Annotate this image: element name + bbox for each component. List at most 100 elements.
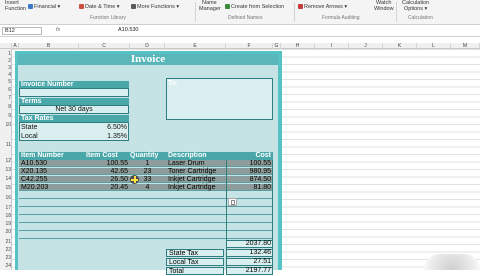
header-cost: Cost	[255, 152, 271, 159]
group-calculation: Calculation	[408, 15, 433, 21]
chevron-down-icon: ▾	[115, 4, 120, 10]
move-cursor-icon	[130, 175, 139, 184]
header-description: Description	[168, 152, 207, 159]
more-functions-label: More Functions	[137, 4, 175, 10]
to-label: To:	[168, 80, 179, 87]
financial-label: Financial	[34, 4, 57, 10]
row-header[interactable]: 3	[0, 65, 12, 72]
create-from-selection-label: Create from Selection	[231, 4, 285, 10]
invoice-number-cell[interactable]	[19, 88, 129, 97]
description-cell[interactable]: Inkjet Cartridge	[168, 176, 215, 183]
group-function-library: Function Library	[90, 15, 126, 21]
paste-options-icon[interactable]	[228, 198, 237, 206]
group-defined-names: Defined Names	[228, 15, 263, 21]
watermark-logo	[424, 254, 480, 270]
create-from-selection-button[interactable]: Create from Selection	[225, 4, 284, 10]
calendar-icon	[79, 4, 84, 9]
row-header[interactable]: 1	[0, 51, 12, 58]
more-functions-button[interactable]: More Functions ▾	[131, 4, 179, 10]
description-cell[interactable]: Inkjet Cartridge	[168, 184, 215, 191]
state-tax-label: State Tax	[166, 249, 224, 257]
formula-input[interactable]: A10.530	[118, 27, 139, 34]
date-time-label: Date & Time	[85, 4, 116, 10]
row-header[interactable]: 8	[0, 104, 12, 111]
item-cost-cell[interactable]: 42.65	[80, 168, 128, 175]
local-rate[interactable]: 1.35%	[80, 133, 127, 140]
name-box[interactable]: B12	[2, 27, 42, 35]
date-time-button[interactable]: Date & Time ▾	[79, 4, 120, 10]
financial-button[interactable]: Financial ▾	[28, 4, 60, 10]
ribbon-separator	[396, 2, 397, 22]
row-header[interactable]: 11	[0, 142, 12, 149]
chevron-down-icon: ▾	[422, 6, 428, 12]
local-tax-value: 27.51	[253, 258, 271, 265]
item-cost-cell[interactable]: 20.45	[80, 184, 128, 191]
create-selection-icon	[225, 4, 230, 9]
invoice-number-label: Invoice Number	[19, 81, 129, 88]
terms-label: Terms	[19, 98, 129, 105]
ribbon: Insert Function Financial ▾ Date & Time …	[0, 0, 480, 25]
window-label[interactable]: Window	[374, 6, 394, 12]
row-header[interactable]: 18	[0, 213, 12, 220]
function-label[interactable]: Function	[5, 6, 26, 12]
item-number-cell[interactable]: X20.135	[21, 168, 47, 175]
quantity-cell[interactable]: 23	[130, 168, 165, 175]
row-header[interactable]: 4	[0, 72, 12, 79]
row-header[interactable]: 19	[0, 221, 12, 228]
row-header[interactable]: 9	[0, 113, 12, 120]
row-headers: 1 2 3 4 5 6 7 8 9 10 11 12 13 14 15 16 1…	[0, 49, 12, 270]
group-formula-auditing: Formula Auditing	[322, 15, 360, 21]
quantity-cell[interactable]: 4	[130, 184, 165, 191]
row-header[interactable]: 20	[0, 229, 12, 236]
quantity-cell[interactable]: 1	[130, 160, 165, 167]
formula-bar: B12 fx A10.530	[0, 25, 480, 37]
item-number-cell[interactable]: M20.203	[21, 184, 48, 191]
description-cell[interactable]: Toner Cartridge	[168, 168, 216, 175]
row-header[interactable]: 23	[0, 255, 12, 262]
row-header[interactable]: 2	[0, 58, 12, 65]
more-functions-icon	[131, 4, 136, 9]
local-label: Local	[21, 133, 38, 140]
chevron-down-icon: ▾	[174, 4, 180, 10]
item-number-cell[interactable]: A10.530	[21, 160, 47, 167]
row-header[interactable]: 24	[0, 263, 12, 270]
options-label: Options	[404, 6, 423, 12]
header-quantity: Quantity	[130, 152, 159, 159]
state-rate[interactable]: 6.50%	[80, 124, 127, 131]
remove-arrows-button[interactable]: Remove Arrows ▾	[298, 4, 347, 10]
state-tax-value: 132.46	[249, 249, 271, 256]
row-header[interactable]: 22	[0, 247, 12, 254]
row-header[interactable]: 16	[0, 195, 12, 202]
terms-value: Net 30 days	[55, 106, 93, 113]
item-number-cell[interactable]: C42.255	[21, 176, 47, 183]
row-header[interactable]: 10	[0, 122, 12, 129]
financial-icon	[28, 4, 33, 9]
remove-arrows-label: Remove Arrows	[304, 4, 343, 10]
invoice-title: Invoice	[18, 54, 278, 65]
total-label: Total	[166, 267, 224, 275]
manager-label[interactable]: Manager	[199, 6, 221, 12]
row-header[interactable]: 5	[0, 79, 12, 86]
remove-arrows-icon	[298, 4, 303, 9]
tax-rates-label: Tax Rates	[19, 115, 129, 122]
chevron-down-icon: ▾	[56, 4, 61, 10]
item-cost-cell[interactable]: 26.50	[80, 176, 128, 183]
ribbon-separator	[294, 2, 295, 22]
row-header[interactable]: 15	[0, 185, 12, 192]
item-cost-cell[interactable]: 100.55	[80, 160, 128, 167]
row-header[interactable]: 7	[0, 95, 12, 102]
row-header[interactable]: 6	[0, 87, 12, 94]
total-value: 2197.77	[245, 267, 271, 274]
row-header[interactable]: 14	[0, 176, 12, 183]
row-header[interactable]: 13	[0, 167, 12, 174]
subtotal-value: 2037.80	[245, 240, 271, 247]
fx-icon[interactable]: fx	[56, 27, 60, 33]
description-cell[interactable]: Laser Drum	[168, 160, 205, 167]
row-header[interactable]: 21	[0, 239, 12, 246]
ribbon-separator	[195, 2, 196, 22]
row-header[interactable]: 17	[0, 205, 12, 212]
to-box[interactable]	[166, 78, 273, 120]
header-item-number: Item Number	[21, 152, 64, 159]
row-header[interactable]: 12	[0, 158, 12, 165]
options-button[interactable]: Options ▾	[404, 6, 427, 12]
